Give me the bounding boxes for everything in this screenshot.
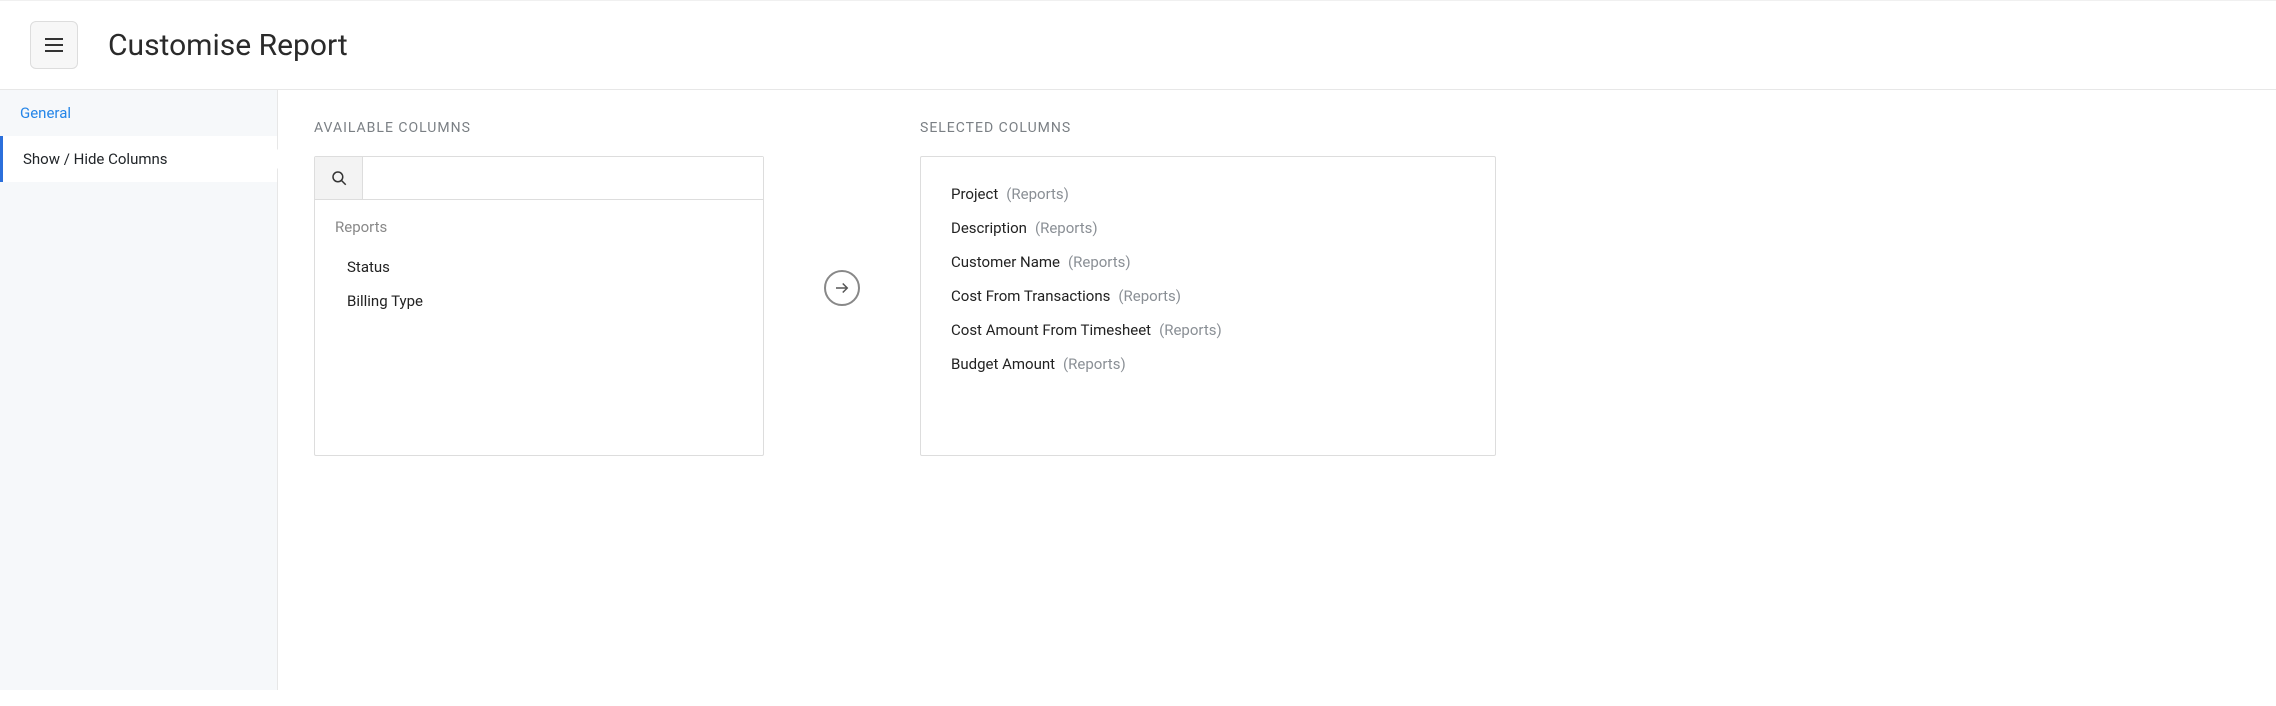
sidebar-item-show-hide-columns[interactable]: Show / Hide Columns (0, 136, 277, 182)
selected-columns-box: Project (Reports) Description (Reports) … (920, 156, 1496, 456)
page-title: Customise Report (108, 28, 348, 63)
selected-item-label: Cost Amount From Timesheet (951, 321, 1151, 339)
transfer-controls (824, 270, 860, 306)
selected-item-source: (Reports) (1118, 287, 1181, 305)
selected-item-customer-name[interactable]: Customer Name (Reports) (951, 245, 1465, 279)
selected-item-label: Budget Amount (951, 355, 1055, 373)
content-area: AVAILABLE COLUMNS Reports Status (278, 90, 2276, 690)
available-group-label: Reports (335, 218, 743, 236)
main-area: General Show / Hide Columns AVAILABLE CO… (0, 90, 2276, 690)
sidebar-item-general[interactable]: General (0, 90, 277, 136)
selected-item-cost-from-transactions[interactable]: Cost From Transactions (Reports) (951, 279, 1465, 313)
selected-item-label: Project (951, 185, 998, 203)
available-columns-title: AVAILABLE COLUMNS (314, 120, 764, 136)
hamburger-icon (45, 38, 63, 52)
selected-item-label: Customer Name (951, 253, 1060, 271)
search-icon (315, 157, 363, 199)
selected-item-project[interactable]: Project (Reports) (951, 177, 1465, 211)
selected-item-label: Cost From Transactions (951, 287, 1110, 305)
selected-item-source: (Reports) (1063, 355, 1126, 373)
header-bar: Customise Report (0, 0, 2276, 90)
selected-item-source: (Reports) (1159, 321, 1222, 339)
sidebar: General Show / Hide Columns (0, 90, 278, 690)
available-item-billing-type[interactable]: Billing Type (335, 284, 743, 318)
selected-item-label: Description (951, 219, 1027, 237)
selected-item-description[interactable]: Description (Reports) (951, 211, 1465, 245)
available-columns-box: Reports Status Billing Type (314, 156, 764, 456)
available-item-label: Status (347, 258, 390, 276)
selected-columns-title: SELECTED COLUMNS (920, 120, 1496, 136)
selected-item-source: (Reports) (1035, 219, 1098, 237)
arrow-right-icon (833, 279, 851, 297)
selected-columns-block: SELECTED COLUMNS Project (Reports) Descr… (920, 120, 1496, 456)
search-row (315, 157, 763, 200)
selected-item-source: (Reports) (1068, 253, 1131, 271)
selected-item-budget-amount[interactable]: Budget Amount (Reports) (951, 347, 1465, 381)
search-input[interactable] (363, 157, 763, 199)
move-right-button[interactable] (824, 270, 860, 306)
available-columns-block: AVAILABLE COLUMNS Reports Status (314, 120, 764, 456)
available-list: Reports Status Billing Type (315, 200, 763, 336)
selected-item-source: (Reports) (1006, 185, 1069, 203)
sidebar-item-label: Show / Hide Columns (23, 150, 168, 168)
available-item-label: Billing Type (347, 292, 423, 310)
available-item-status[interactable]: Status (335, 250, 743, 284)
sidebar-item-label: General (20, 104, 71, 122)
selected-item-cost-amount-from-timesheet[interactable]: Cost Amount From Timesheet (Reports) (951, 313, 1465, 347)
menu-button[interactable] (30, 21, 78, 69)
